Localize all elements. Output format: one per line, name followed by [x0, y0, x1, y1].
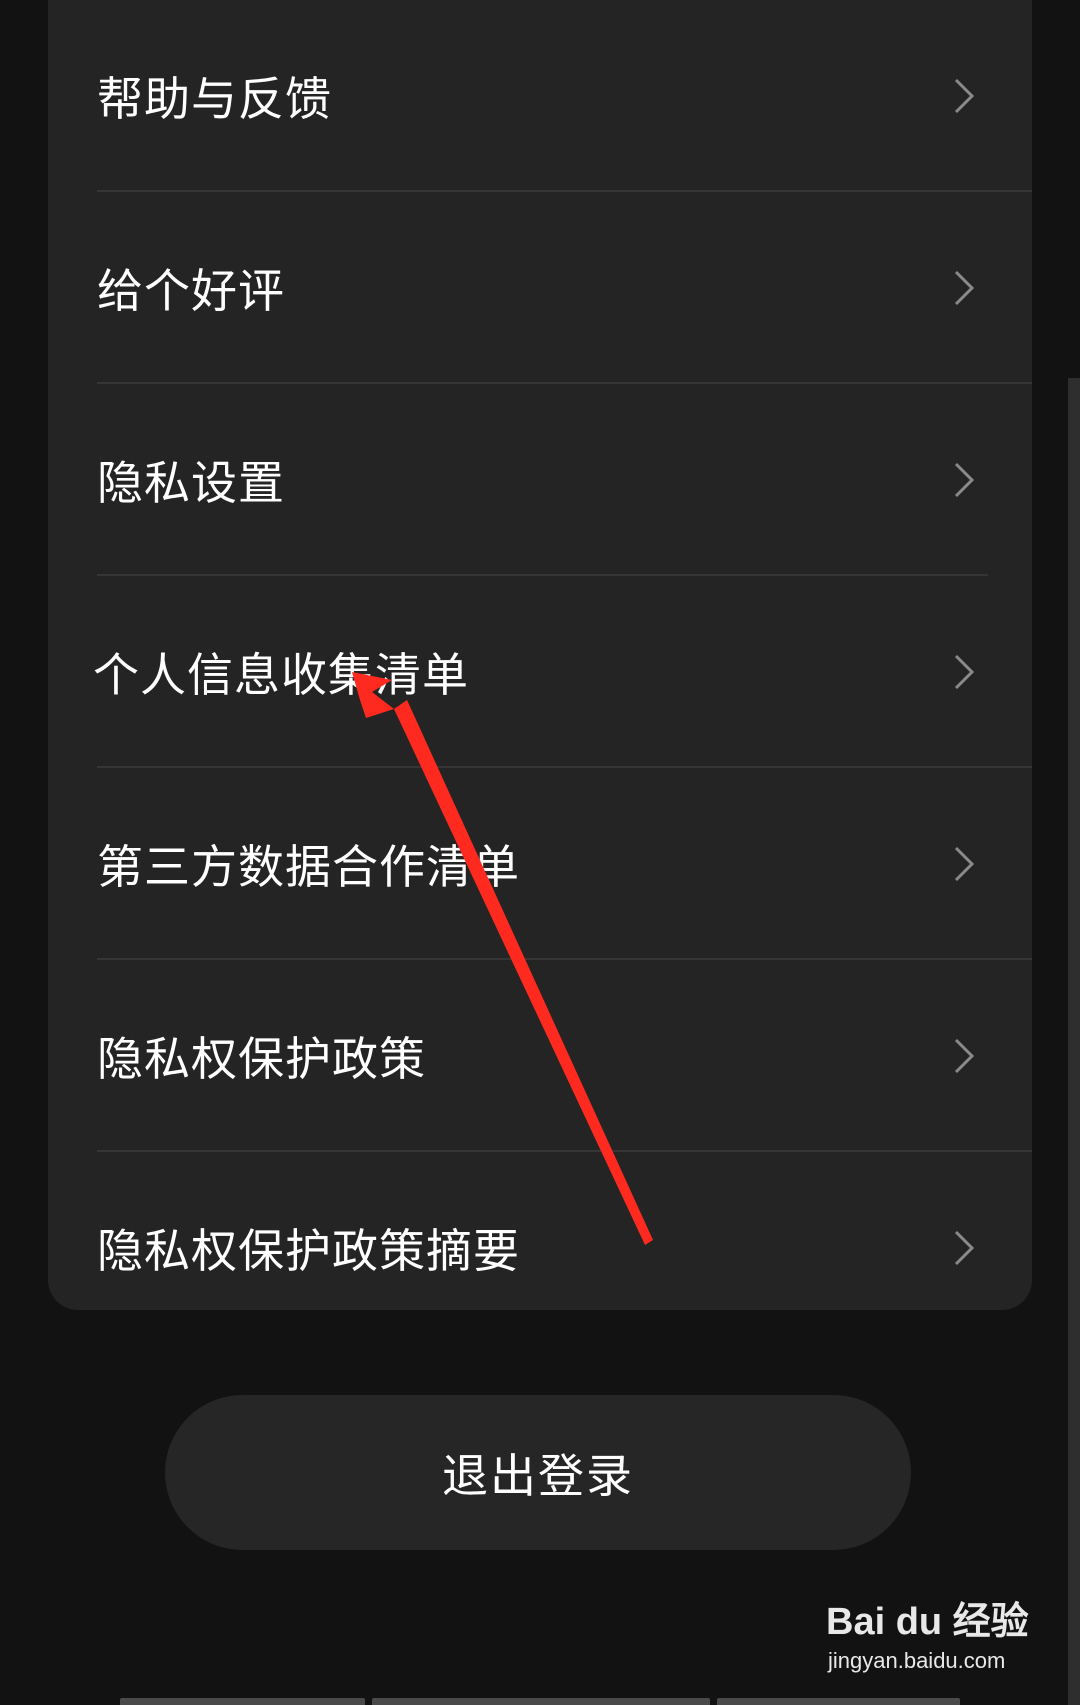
- menu-item-privacy-policy-summary[interactable]: 隐私权保护政策摘要: [48, 1152, 1032, 1344]
- chevron-right-icon: [954, 270, 975, 306]
- menu-item-label: 第三方数据合作清单: [97, 840, 520, 894]
- bottom-tab[interactable]: [120, 1698, 365, 1705]
- settings-menu-list: 帮助与反馈 给个好评 隐私设置 个人信息收集清单 第三方数据合作清单 隐私权保护…: [48, 0, 1032, 1344]
- scrollbar[interactable]: [1068, 378, 1080, 1705]
- menu-item-label: 隐私权保护政策摘要: [97, 1224, 520, 1278]
- menu-item-personal-info-list[interactable]: 个人信息收集清单: [48, 576, 1032, 768]
- bottom-tab[interactable]: [717, 1698, 960, 1705]
- menu-item-rate-app[interactable]: 给个好评: [48, 192, 1032, 384]
- chevron-right-icon: [954, 846, 975, 882]
- menu-item-privacy-policy[interactable]: 隐私权保护政策: [48, 960, 1032, 1152]
- chevron-right-icon: [954, 1038, 975, 1074]
- bottom-tab[interactable]: [372, 1698, 710, 1705]
- menu-item-label: 隐私权保护政策: [97, 1032, 426, 1086]
- menu-item-third-party-data-list[interactable]: 第三方数据合作清单: [48, 768, 1032, 960]
- chevron-right-icon: [954, 462, 975, 498]
- settings-card: 帮助与反馈 给个好评 隐私设置 个人信息收集清单 第三方数据合作清单 隐私权保护…: [48, 0, 1032, 1310]
- chevron-right-icon: [954, 654, 975, 690]
- menu-item-help-feedback[interactable]: 帮助与反馈: [48, 0, 1032, 192]
- menu-item-privacy-settings[interactable]: 隐私设置: [48, 384, 1032, 576]
- bottom-tab-strip: [120, 1698, 960, 1705]
- menu-item-label: 帮助与反馈: [97, 72, 332, 126]
- menu-item-label: 隐私设置: [97, 456, 285, 510]
- menu-item-label: 个人信息收集清单: [93, 648, 469, 702]
- settings-screen: 帮助与反馈 给个好评 隐私设置 个人信息收集清单 第三方数据合作清单 隐私权保护…: [0, 0, 1080, 1705]
- baidu-jingyan-watermark: Bai du 经验 jingyan.baidu.com: [826, 1590, 1029, 1680]
- chevron-right-icon: [954, 1230, 975, 1266]
- menu-item-label: 给个好评: [97, 264, 285, 318]
- watermark-url: jingyan.baidu.com: [828, 1648, 1006, 1673]
- watermark-brand: Bai du 经验: [826, 1601, 1029, 1643]
- logout-button[interactable]: 退出登录: [165, 1395, 911, 1550]
- chevron-right-icon: [954, 78, 975, 114]
